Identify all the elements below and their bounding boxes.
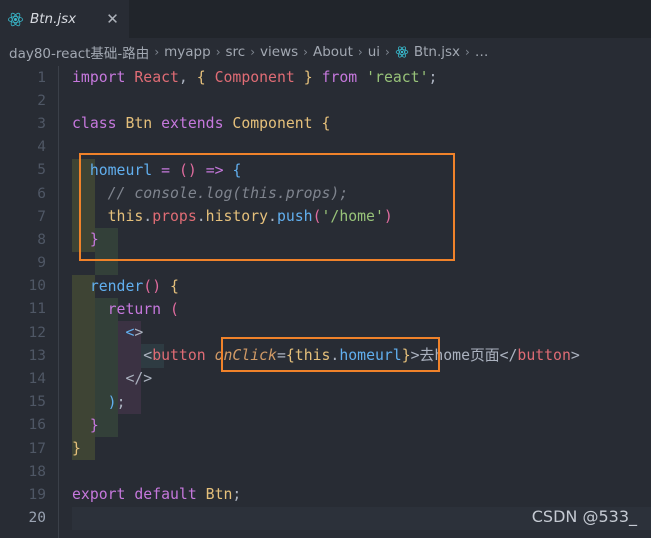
code-text: this.props.history.push('/home') [107,208,393,226]
code-text: // console.log(this.props); [107,184,349,202]
editor-tab-bar: Btn.jsx ✕ [0,0,651,38]
line-number: 4 [37,139,46,156]
code-text: homeurl = () => { [89,161,242,179]
code-line: 9 [0,252,651,275]
breadcrumb-item-views[interactable]: views [260,44,298,60]
code-text: <> [125,324,144,342]
line-number: 9 [37,255,46,272]
code-text: export default Btn; [72,486,242,504]
code-line: 4 [0,136,651,159]
code-line: 15 ); [0,391,651,414]
line-number: 5 [37,162,46,179]
tab-label: Btn.jsx [30,11,77,27]
code-line: 17 } [0,437,651,460]
breadcrumb-separator: › [465,45,470,59]
line-number: 20 [28,510,46,527]
code-line: 8 } [0,228,651,251]
code-text: </> [125,370,153,388]
breadcrumb-separator: › [215,45,221,59]
code-line: 13 <button onClick={this.homeurl}>去home页… [0,344,651,367]
code-text: class Btn extends Component { [72,115,331,133]
code-editor[interactable]: 1 import React, { Component } from 'reac… [0,66,651,538]
code-text: } [72,440,81,457]
watermark: CSDN @533_ [531,507,637,526]
tab-btn-jsx[interactable]: Btn.jsx ✕ [0,0,129,38]
code-line: 10 render() { [0,275,651,298]
line-number: 1 [37,69,46,86]
code-line: 19 export default Btn; [0,483,651,506]
breadcrumb-separator: › [154,45,160,59]
line-number: 18 [28,463,46,480]
breadcrumb-item-project[interactable]: day80-react基础-路由 [9,42,149,62]
code-text: render() { [89,277,179,295]
code-line: 6 // console.log(this.props); [0,182,651,205]
line-number: 2 [37,92,46,109]
code-line: 3 class Btn extends Component { [0,112,651,135]
code-text: ); [107,393,126,411]
close-icon[interactable]: ✕ [104,10,121,28]
breadcrumb-item-overflow[interactable]: … [475,44,489,60]
code-text: return ( [107,300,179,318]
line-number: 8 [37,231,46,248]
react-atom-icon [7,11,24,28]
line-number: 13 [28,347,46,364]
code-line: 5 homeurl = () => { [0,159,651,182]
code-line: 1 import React, { Component } from 'reac… [0,66,651,89]
line-number: 14 [28,371,46,388]
code-text: } [89,231,99,249]
line-number: 7 [37,208,46,225]
line-number: 15 [28,394,46,411]
line-number: 12 [28,324,46,341]
breadcrumb-separator: › [303,45,308,59]
code-line: 7 this.props.history.push('/home') [0,205,651,228]
line-number: 17 [28,440,46,457]
code-text: } [89,416,99,434]
line-number: 11 [28,301,46,318]
breadcrumb-separator: › [357,45,363,59]
breadcrumb-item-file[interactable]: Btn.jsx [414,44,460,60]
breadcrumb-item-myapp[interactable]: myapp [164,44,211,60]
breadcrumb-separator: › [250,45,256,59]
tab-bar-empty-area [129,0,651,38]
code-line: 12 <> [0,321,651,344]
line-number: 19 [28,486,46,503]
code-line: 16 } [0,414,651,437]
breadcrumb-item-src[interactable]: src [226,44,246,60]
code-line: 14 </> [0,367,651,390]
code-line: 11 return ( [0,298,651,321]
react-atom-icon [395,45,409,59]
line-number: 6 [37,185,46,202]
breadcrumb-item-about[interactable]: About [313,44,353,60]
line-number: 16 [28,417,46,434]
line-number: 10 [28,278,46,295]
code-text: import React, { Component } from 'react'… [72,69,438,86]
line-number: 3 [37,115,46,132]
code-line: 18 [0,460,651,483]
breadcrumb-item-ui[interactable]: ui [368,44,380,60]
breadcrumb-separator: › [385,45,390,59]
code-line: 2 [0,89,651,112]
breadcrumb: day80-react基础-路由 › myapp › src › views ›… [0,38,651,66]
code-text: <button onClick={this.homeurl}>去home页面</… [143,347,580,365]
